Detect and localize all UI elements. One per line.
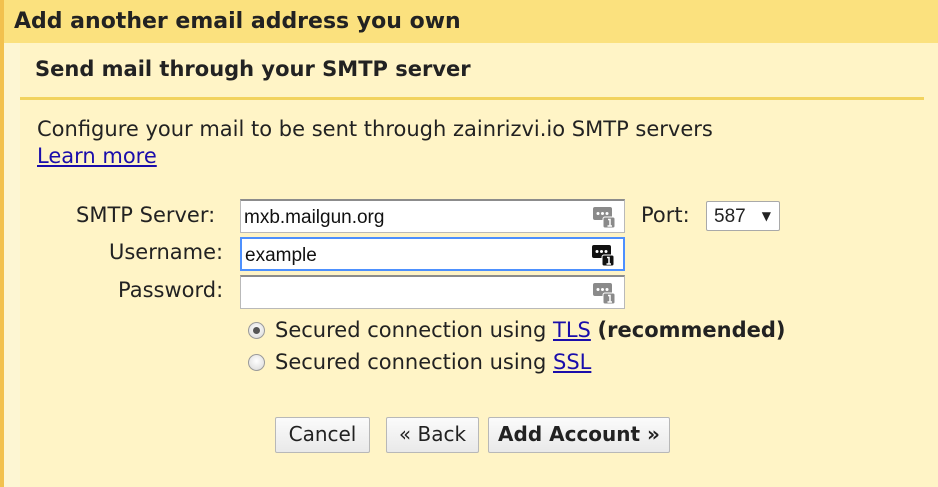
password-label: Password: — [118, 278, 224, 302]
back-button[interactable]: « Back — [386, 417, 479, 453]
password-input[interactable] — [240, 275, 625, 309]
port-value: 587 — [714, 206, 746, 227]
section-description: Configure your mail to be sent through z… — [37, 117, 713, 141]
ssl-radio[interactable] — [248, 354, 265, 371]
username-label: Username: — [109, 240, 224, 264]
dialog-left-border — [0, 0, 4, 487]
password-manager-icon[interactable] — [592, 281, 616, 305]
section-title: Send mail through your SMTP server — [35, 57, 471, 81]
ssl-link[interactable]: SSL — [553, 350, 591, 374]
tls-recommended: (recommended) — [597, 318, 786, 342]
smtp-server-input[interactable]: mxb.mailgun.org — [240, 199, 625, 233]
dialog-title-bar: Add another email address you own — [4, 0, 938, 43]
tls-link[interactable]: TLS — [553, 318, 591, 342]
username-input[interactable]: example — [240, 237, 625, 271]
password-manager-icon[interactable] — [592, 205, 616, 229]
tls-prefix: Secured connection using — [275, 318, 547, 342]
radio-selected-dot — [253, 327, 260, 334]
learn-more-link[interactable]: Learn more — [37, 144, 157, 168]
smtp-server-value: mxb.mailgun.org — [244, 207, 385, 228]
add-account-button[interactable]: Add Account » — [488, 417, 670, 453]
tls-radio[interactable] — [248, 322, 265, 339]
section-divider — [20, 97, 924, 100]
ssl-option-text: Secured connection using SSL — [275, 350, 591, 374]
cancel-button[interactable]: Cancel — [275, 417, 370, 453]
chevron-down-icon: ▼ — [761, 209, 771, 223]
port-select[interactable]: 587 ▼ — [706, 201, 780, 231]
smtp-panel: Send mail through your SMTP server Confi… — [20, 43, 938, 487]
username-value: example — [245, 245, 317, 266]
password-manager-icon[interactable] — [591, 243, 615, 267]
dialog-title: Add another email address you own — [14, 9, 461, 34]
ssl-prefix: Secured connection using — [275, 350, 547, 374]
smtp-server-label: SMTP Server: — [76, 203, 216, 227]
tls-option-text: Secured connection using TLS (recommende… — [275, 318, 785, 342]
port-label: Port: — [641, 203, 690, 227]
